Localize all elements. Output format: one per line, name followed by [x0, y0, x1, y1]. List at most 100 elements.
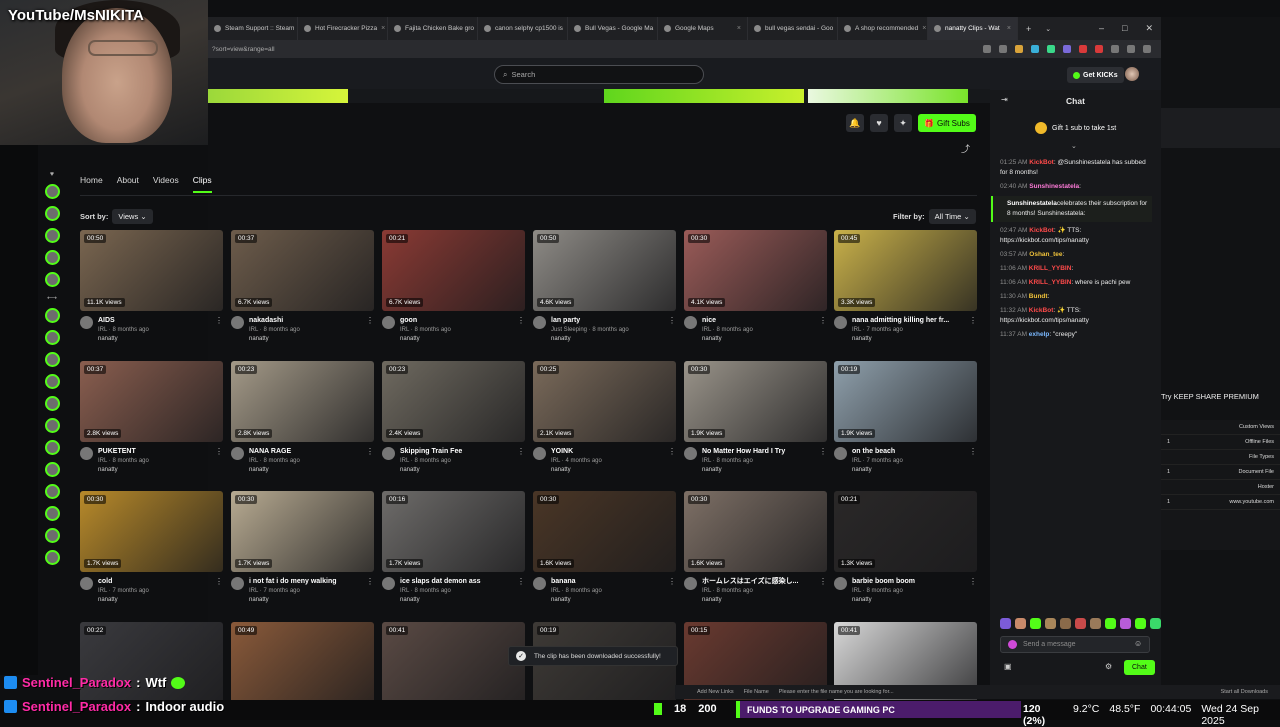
browser-tab[interactable]: Bull Vegas - Google Ma× [568, 17, 658, 40]
clip-title[interactable]: nana admitting killing her fr... [852, 316, 964, 326]
bookmark-star-icon[interactable] [999, 45, 1007, 53]
clip-title[interactable]: nakadashi [249, 316, 361, 326]
clip-category[interactable]: IRL [98, 327, 107, 333]
clip-channel[interactable]: nanatty [551, 466, 663, 475]
clip-card[interactable]: 00:21 6.7K views goon IRL · 8 months ago nan… [382, 230, 525, 344]
channel-avatar[interactable] [533, 316, 546, 329]
chat-input[interactable]: Send a message [1000, 636, 1150, 653]
browser-tab[interactable]: Fajita Chicken Bake gro× [388, 17, 478, 40]
more-options-icon[interactable]: ⋮ [819, 316, 827, 344]
more-options-icon[interactable]: ⋮ [517, 577, 525, 605]
channel-avatar[interactable] [382, 577, 395, 590]
tab-clips[interactable]: Clips [192, 175, 212, 193]
recommended-icon[interactable]: ⟷ [38, 294, 66, 302]
clip-thumbnail[interactable]: 00:50 11.1K views [80, 230, 223, 311]
channel-avatar[interactable] [80, 447, 93, 460]
chat-username[interactable]: KRILL_YYBIN [1029, 279, 1072, 286]
chat-username[interactable]: KickBot [1029, 159, 1054, 166]
browser-tab[interactable]: bull vegas sendai - Goo× [748, 17, 838, 40]
clip-category[interactable]: Just Sleeping [551, 327, 587, 333]
more-options-icon[interactable]: ⋮ [215, 447, 223, 475]
clip-category[interactable]: IRL [400, 327, 409, 333]
tab-videos[interactable]: Videos [153, 175, 179, 193]
tray-item[interactable]: Please enter the file name you are looki… [779, 689, 894, 695]
extension-icon[interactable] [1095, 45, 1103, 53]
channel-avatar[interactable] [834, 447, 847, 460]
clip-title[interactable]: AIDS [98, 316, 210, 326]
panel-row[interactable]: 1 Document File [1161, 465, 1280, 480]
channel-avatar[interactable] [834, 577, 847, 590]
address-text[interactable]: ?sort=view&range=all [212, 46, 275, 53]
emote[interactable] [1045, 618, 1056, 629]
clip-category[interactable]: IRL [98, 588, 107, 594]
channel-avatar[interactable] [231, 316, 244, 329]
maximize-button[interactable]: □ [1122, 23, 1127, 34]
chat-username[interactable]: KickBot [1029, 227, 1054, 234]
emote[interactable] [1015, 618, 1026, 629]
profile-icon[interactable] [1127, 45, 1135, 53]
clip-title[interactable]: Skipping Train Fee [400, 447, 512, 457]
recommended-channel-avatar[interactable] [44, 550, 60, 565]
more-options-icon[interactable]: ⋮ [969, 316, 977, 344]
clip-channel[interactable]: nanatty [98, 335, 210, 344]
search-input[interactable]: ⌕ Search [494, 65, 704, 84]
chat-username[interactable]: Oshan_tee [1029, 251, 1062, 258]
clip-channel[interactable]: nanatty [852, 466, 964, 475]
clip-thumbnail[interactable]: 00:37 6.7K views [231, 230, 374, 311]
more-options-icon[interactable]: ⋮ [366, 447, 374, 475]
clip-category[interactable]: IRL [400, 588, 409, 594]
clip-channel[interactable]: nanatty [98, 596, 210, 605]
clip-thumbnail[interactable]: 00:25 2.1K views [533, 361, 676, 442]
panel-row[interactable]: File Types [1161, 450, 1280, 465]
get-kicks-button[interactable]: Get KICKs [1067, 67, 1124, 83]
chat-username[interactable]: KRILL_YYBIN [1029, 265, 1072, 272]
more-options-icon[interactable]: ⋮ [215, 316, 223, 344]
clip-category[interactable]: IRL [852, 588, 861, 594]
clip-title[interactable]: on the beach [852, 447, 964, 457]
clip-thumbnail[interactable]: 00:21 6.7K views [382, 230, 525, 311]
more-options-icon[interactable]: ⋮ [668, 316, 676, 344]
followed-channel-avatar[interactable] [44, 206, 60, 221]
clip-title[interactable]: No Matter How Hard I Try [702, 447, 814, 457]
clip-title[interactable]: cold [98, 577, 210, 587]
clip-title[interactable]: NANA RAGE [249, 447, 361, 457]
notifications-bell-icon[interactable]: 🔔 [846, 114, 864, 132]
user-avatar[interactable] [1125, 67, 1139, 81]
pinned-chevron-icon[interactable]: ⌄ [1071, 142, 1077, 150]
chat-username[interactable]: KickBot [1029, 307, 1054, 314]
channel-avatar[interactable] [80, 316, 93, 329]
clip-card[interactable]: 00:19 1.9K views on the beach IRL · 7 month… [834, 361, 977, 475]
chat-username[interactable]: Bundt [1029, 293, 1048, 300]
chat-username[interactable]: Sunshinestatela [1007, 200, 1057, 207]
clip-category[interactable]: IRL [702, 458, 711, 464]
extension-icon[interactable] [1015, 45, 1023, 53]
clip-thumbnail[interactable]: 00:45 3.3K views [834, 230, 977, 311]
extension-icon[interactable] [1047, 45, 1055, 53]
browser-tab[interactable]: Google Maps × [658, 17, 748, 40]
emote[interactable] [1075, 618, 1086, 629]
clip-thumbnail[interactable]: 00:30 4.1K views [684, 230, 827, 311]
extension-icon[interactable] [1031, 45, 1039, 53]
clip-title[interactable]: YOINK [551, 447, 663, 457]
clip-card[interactable]: 00:41 [382, 622, 525, 703]
channel-avatar[interactable] [382, 316, 395, 329]
recommended-channel-avatar[interactable] [44, 330, 60, 345]
clip-thumbnail[interactable]: 00:30 1.9K views [684, 361, 827, 442]
clip-category[interactable]: IRL [249, 458, 258, 464]
sparkle-icon[interactable]: ✦ [894, 114, 912, 132]
channel-avatar[interactable] [533, 577, 546, 590]
clip-thumbnail[interactable]: 00:16 1.7K views [382, 491, 525, 572]
clip-category[interactable]: IRL [551, 588, 560, 594]
channel-avatar[interactable] [684, 316, 697, 329]
sort-dropdown[interactable]: Views ⌄ [112, 209, 153, 224]
clip-card[interactable]: 00:45 3.3K views nana admitting killing he… [834, 230, 977, 344]
clip-channel[interactable]: nanatty [400, 466, 512, 475]
clip-card[interactable]: 00:21 1.3K views barbie boom boom IRL · 8 m… [834, 491, 977, 605]
emote[interactable] [1150, 618, 1161, 629]
more-options-icon[interactable]: ⋮ [517, 316, 525, 344]
chat-send-button[interactable]: Chat [1124, 660, 1155, 675]
emote[interactable] [1000, 618, 1011, 629]
menu-icon[interactable] [1143, 45, 1151, 53]
close-window-button[interactable]: ✕ [1145, 23, 1153, 34]
gift-sub-cta[interactable]: Gift 1 sub to take 1st [1035, 122, 1116, 134]
